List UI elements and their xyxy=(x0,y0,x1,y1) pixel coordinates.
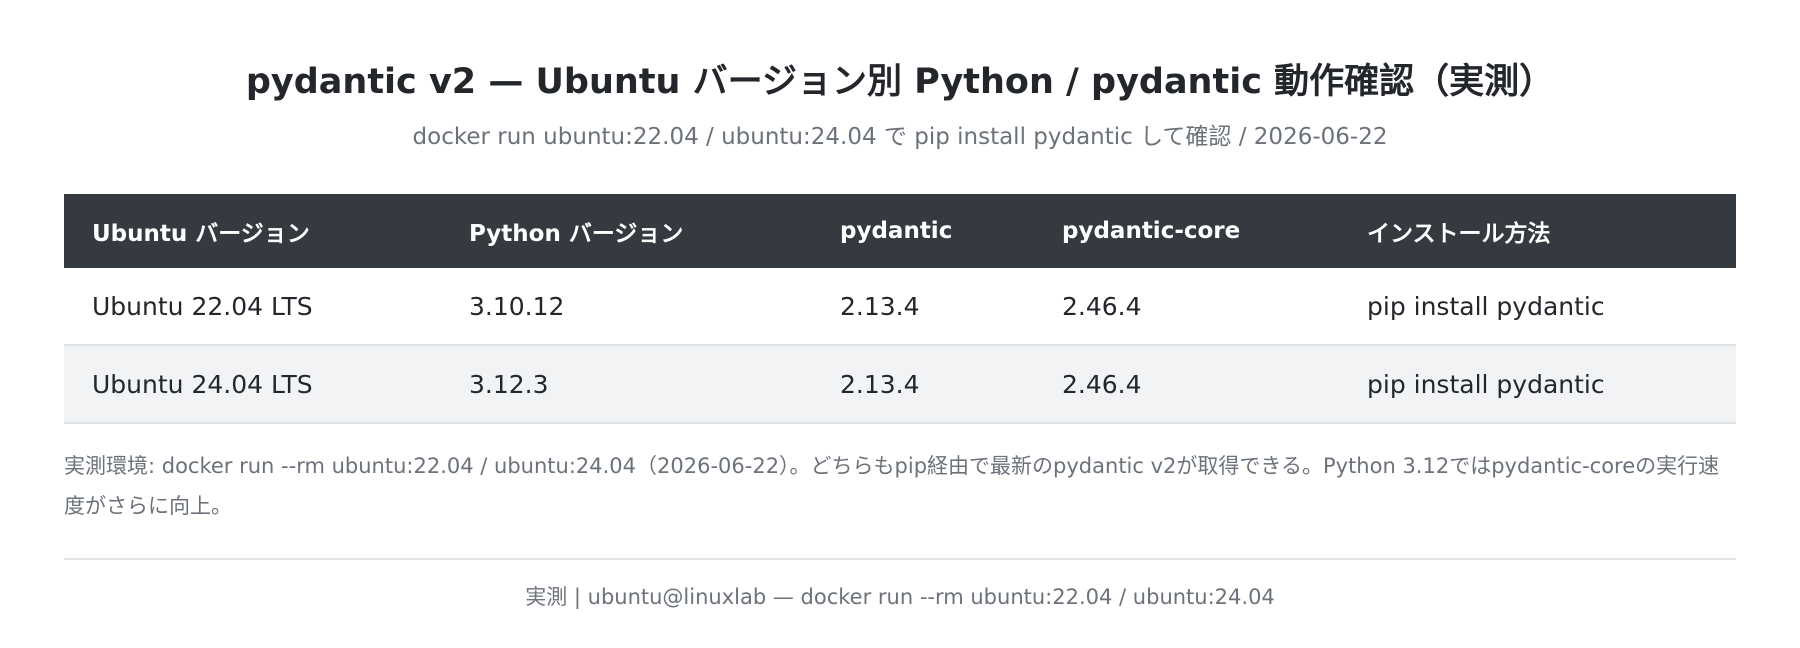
cell-pydantic: 2.13.4 xyxy=(812,268,1034,346)
page-title: pydantic v2 — Ubuntu バージョン別 Python / pyd… xyxy=(245,62,1555,102)
cell-install-method: pip install pydantic xyxy=(1339,268,1736,346)
cell-python-version: 3.10.12 xyxy=(441,268,812,346)
table-header-row: Ubuntu バージョン Python バージョン pydantic pydan… xyxy=(64,194,1736,268)
page-footer: 実測 | ubuntu@linuxlab — docker run --rm u… xyxy=(525,585,1275,609)
column-header-ubuntu-version: Ubuntu バージョン xyxy=(64,194,441,268)
column-header-pydantic: pydantic xyxy=(812,194,1034,268)
table-row: Ubuntu 22.04 LTS 3.10.12 2.13.4 2.46.4 p… xyxy=(64,268,1736,346)
table-row: Ubuntu 24.04 LTS 3.12.3 2.13.4 2.46.4 pi… xyxy=(64,345,1736,424)
page-subtitle: docker run ubuntu:22.04 / ubuntu:24.04 で… xyxy=(412,124,1388,150)
column-header-pydantic-core: pydantic-core xyxy=(1034,194,1339,268)
cell-ubuntu-version: Ubuntu 24.04 LTS xyxy=(64,345,441,424)
cell-python-version: 3.12.3 xyxy=(441,345,812,424)
cell-pydantic-core: 2.46.4 xyxy=(1034,268,1339,346)
measurement-note: 実測環境: docker run --rm ubuntu:22.04 / ubu… xyxy=(64,454,1720,518)
cell-pydantic: 2.13.4 xyxy=(812,345,1034,424)
cell-install-method: pip install pydantic xyxy=(1339,345,1736,424)
page: pydantic v2 — Ubuntu バージョン別 Python / pyd… xyxy=(0,0,1800,648)
cell-pydantic-core: 2.46.4 xyxy=(1034,345,1339,424)
results-table: Ubuntu バージョン Python バージョン pydantic pydan… xyxy=(64,194,1736,424)
cell-ubuntu-version: Ubuntu 22.04 LTS xyxy=(64,268,441,346)
column-header-python-version: Python バージョン xyxy=(441,194,812,268)
footer-divider xyxy=(64,558,1736,560)
column-header-install-method: インストール方法 xyxy=(1339,194,1736,268)
